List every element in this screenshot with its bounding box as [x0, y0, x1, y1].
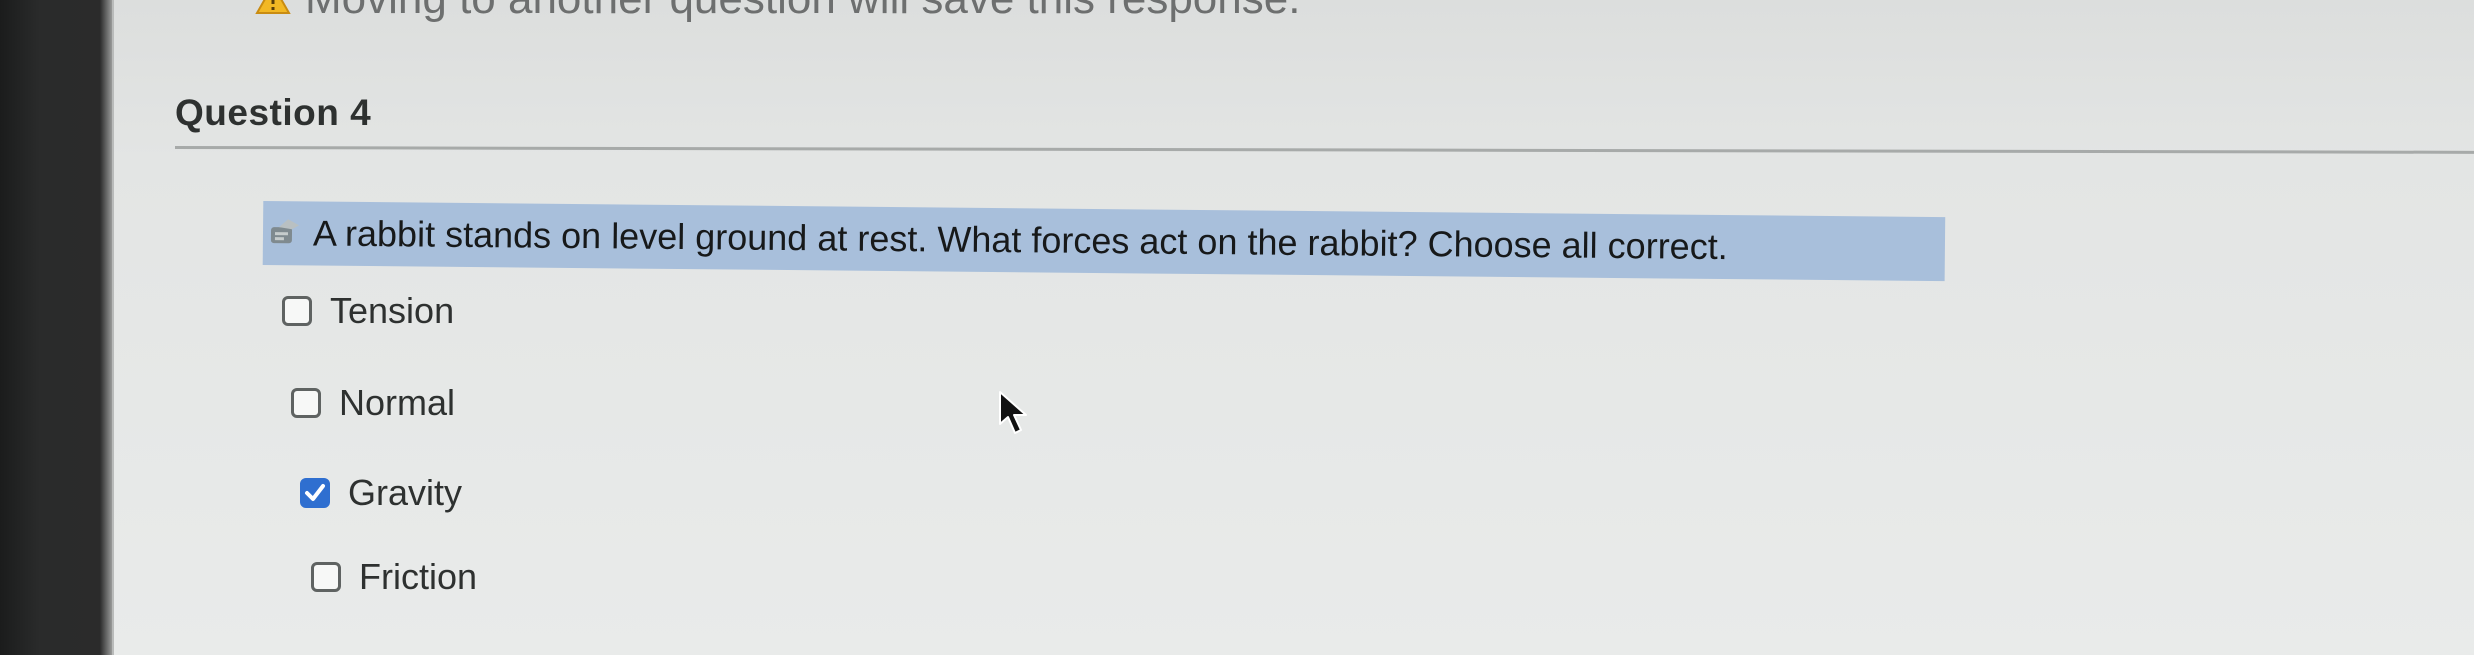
option-gravity[interactable]: Gravity — [300, 472, 462, 514]
option-friction[interactable]: Friction — [311, 556, 477, 598]
option-label-friction: Friction — [359, 556, 478, 597]
mouse-cursor-icon — [999, 391, 1027, 434]
answer-options: Tension Normal Gravity Friction — [0, 0, 2474, 655]
checkmark-icon — [305, 484, 325, 501]
option-label-normal: Normal — [339, 382, 456, 423]
checkbox-friction[interactable] — [311, 562, 341, 592]
checkbox-normal[interactable] — [291, 388, 321, 418]
option-label-tension: Tension — [330, 290, 455, 331]
option-label-gravity: Gravity — [348, 472, 463, 513]
checkbox-gravity[interactable] — [300, 478, 330, 508]
checkbox-tension[interactable] — [282, 296, 312, 326]
option-normal[interactable]: Normal — [291, 382, 455, 424]
option-tension[interactable]: Tension — [282, 290, 454, 332]
